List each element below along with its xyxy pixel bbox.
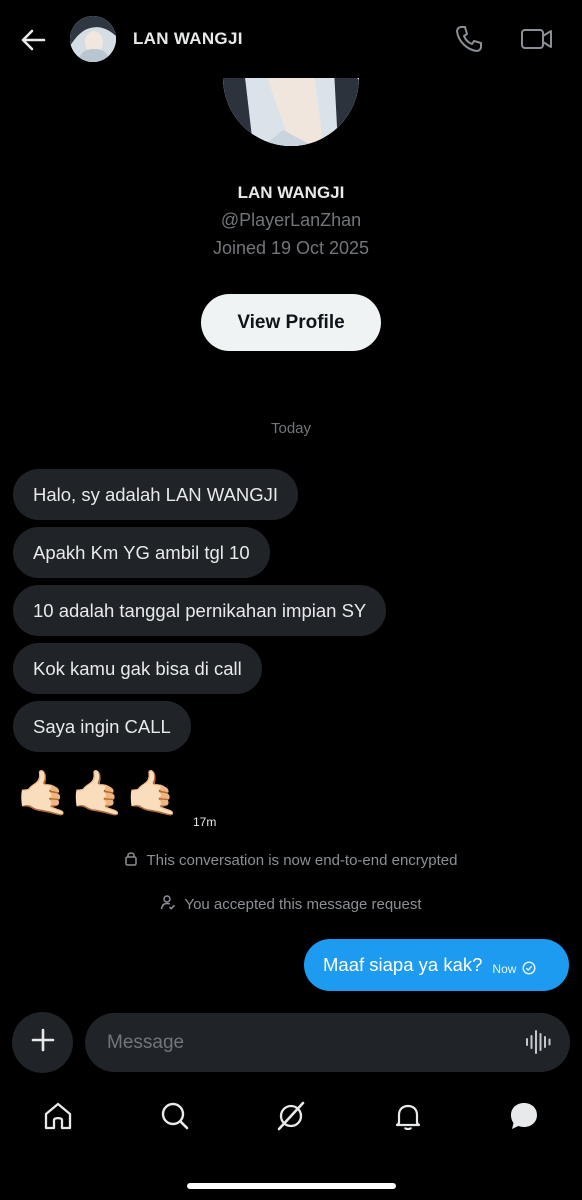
- messages-icon: [507, 1099, 541, 1138]
- request-accepted-notice: You accepted this message request: [0, 894, 582, 914]
- outgoing-message-text: Maaf siapa ya kak?: [323, 954, 483, 975]
- request-accepted-text: You accepted this message request: [184, 895, 422, 913]
- encryption-notice: This conversation is now end-to-end encr…: [0, 850, 582, 870]
- header-avatar[interactable]: [70, 16, 116, 62]
- person-check-icon: [160, 894, 176, 914]
- check-circle-icon: [522, 961, 536, 975]
- nav-grok[interactable]: [271, 1090, 311, 1146]
- header-name[interactable]: LAN WANGJI: [133, 29, 243, 49]
- message-time: 17m: [193, 815, 217, 829]
- incoming-message[interactable]: Kok kamu gak bisa di call: [13, 643, 262, 694]
- profile-handle: @PlayerLanZhan: [220, 210, 362, 230]
- nav-notifications[interactable]: [388, 1090, 428, 1146]
- profile-joined-date: Joined 19 Oct 2025: [212, 238, 370, 258]
- video-camera-icon[interactable]: [518, 22, 556, 56]
- phone-icon[interactable]: [452, 22, 486, 56]
- message-input[interactable]: [85, 1013, 570, 1072]
- outgoing-message[interactable]: Maaf siapa ya kak? Now: [304, 939, 569, 991]
- nav-home[interactable]: [38, 1090, 78, 1146]
- incoming-message[interactable]: Saya ingin CALL: [13, 701, 191, 752]
- arrow-left-icon[interactable]: [18, 24, 50, 56]
- conversation-header: LAN WANGJI: [0, 0, 582, 78]
- outgoing-message-time: Now: [492, 962, 517, 976]
- encryption-notice-text: This conversation is now end-to-end encr…: [146, 851, 458, 869]
- home-icon: [42, 1100, 74, 1137]
- emoji-text: 🤙🏻🤙🏻🤙🏻: [16, 769, 181, 818]
- incoming-message[interactable]: Halo, sy adalah LAN WANGJI: [13, 469, 299, 520]
- incoming-message[interactable]: Apakh Km YG ambil tgl 10: [13, 527, 270, 578]
- search-icon: [159, 1100, 191, 1137]
- bottom-navigation: [0, 1090, 582, 1150]
- profile-name: LAN WANGJI: [237, 183, 345, 202]
- nav-messages[interactable]: [504, 1090, 544, 1146]
- grok-icon: [274, 1099, 308, 1138]
- nav-search[interactable]: [155, 1090, 195, 1146]
- incoming-message[interactable]: 10 adalah tanggal pernikahan impian SY: [13, 585, 387, 636]
- day-divider: Today: [270, 420, 312, 437]
- add-attachment-button[interactable]: [12, 1012, 73, 1073]
- lock-icon: [124, 850, 138, 870]
- voice-wave-icon[interactable]: [524, 1027, 554, 1057]
- emoji-message[interactable]: 🤙🏻🤙🏻🤙🏻: [16, 766, 180, 822]
- bell-icon: [392, 1100, 424, 1137]
- plus-icon: [30, 1027, 56, 1058]
- home-indicator: [187, 1183, 396, 1189]
- view-profile-button[interactable]: View Profile: [201, 294, 381, 351]
